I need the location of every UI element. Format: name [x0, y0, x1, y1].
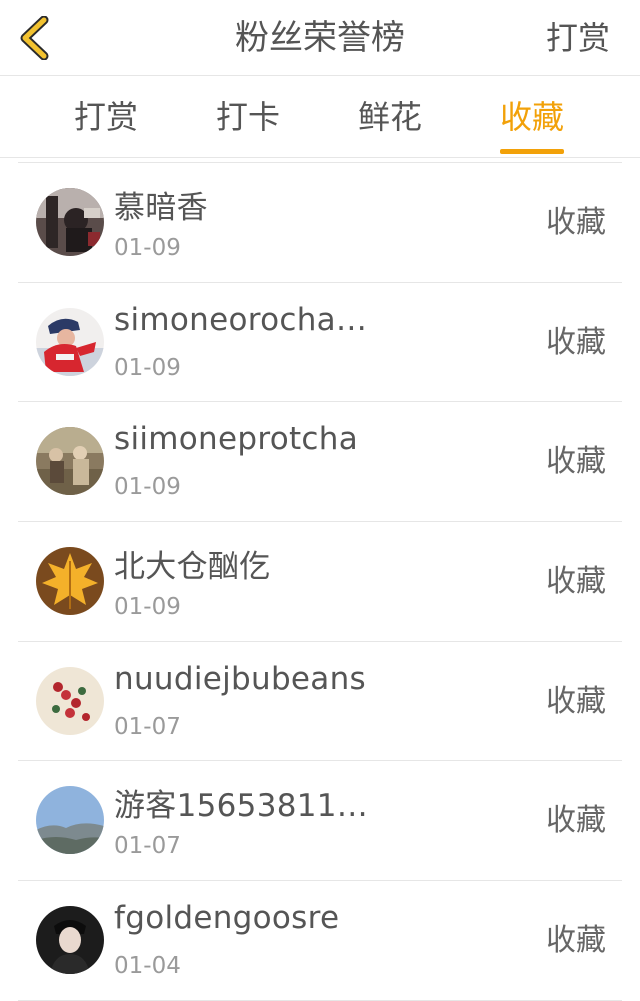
user-name: 游客15653811… [114, 788, 369, 825]
date-label: 01-09 [114, 594, 181, 621]
avatar [36, 786, 104, 855]
avatar [36, 906, 104, 975]
list-item[interactable]: fgoldengoosre 01-04 收藏 [18, 881, 622, 1001]
list-item[interactable]: 北大仓酗仡 01-09 收藏 [18, 522, 622, 642]
avatar [36, 307, 104, 376]
user-name: fgoldengoosre [114, 900, 340, 937]
list-item[interactable]: siimoneprotcha 01-09 收藏 [18, 402, 622, 523]
action-label: 收藏 [546, 564, 606, 600]
date-label: 01-07 [114, 833, 181, 860]
top-bar: 粉丝荣誉榜 打赏 [0, 0, 640, 76]
user-name: 北大仓酗仡 [114, 549, 271, 586]
reward-button[interactable]: 打赏 [546, 0, 610, 76]
action-label: 收藏 [546, 324, 606, 360]
user-name: 慕暗香 [114, 190, 208, 226]
date-label: 01-09 [114, 354, 181, 381]
action-label: 收藏 [546, 205, 606, 240]
date-label: 01-09 [114, 474, 181, 501]
date-label: 01-09 [114, 235, 181, 261]
tab-checkin[interactable]: 打卡 [216, 76, 280, 158]
list-item[interactable]: 慕暗香 01-09 收藏 [18, 163, 622, 283]
page-title: 粉丝荣誉榜 [235, 18, 405, 58]
tab-favorites[interactable]: 收藏 [500, 76, 565, 158]
action-label: 收藏 [546, 683, 606, 719]
date-label: 01-07 [114, 713, 181, 740]
user-name: nuudiejbubeans [114, 660, 366, 697]
list-item[interactable]: simoneorocha… 01-09 收藏 [18, 283, 622, 403]
avatar [36, 547, 104, 616]
action-label: 收藏 [546, 803, 606, 839]
tab-favorites-label: 收藏 [500, 98, 565, 136]
tab-reward[interactable]: 打赏 [74, 76, 138, 158]
avatar [36, 427, 104, 496]
avatar [36, 188, 104, 256]
list-item[interactable]: nuudiejbubeans 01-07 收藏 [18, 642, 622, 762]
avatar [36, 666, 104, 735]
list-item[interactable]: 游客15653811… 01-07 收藏 [18, 761, 622, 882]
user-name: siimoneprotcha [114, 421, 359, 458]
user-name: simoneorocha… [114, 301, 368, 338]
action-label: 收藏 [546, 444, 606, 480]
active-tab-indicator [500, 149, 565, 154]
tab-flowers[interactable]: 鲜花 [358, 76, 422, 158]
back-button[interactable] [14, 14, 54, 62]
date-label: 01-04 [114, 953, 181, 980]
action-label: 收藏 [546, 923, 606, 959]
fan-list: 慕暗香 01-09 收藏 simoneorocha… 01-09 收藏 siim… [18, 162, 622, 1001]
chevron-left-icon [20, 16, 49, 60]
tab-bar: 打赏 打卡 鲜花 收藏 [0, 76, 640, 158]
